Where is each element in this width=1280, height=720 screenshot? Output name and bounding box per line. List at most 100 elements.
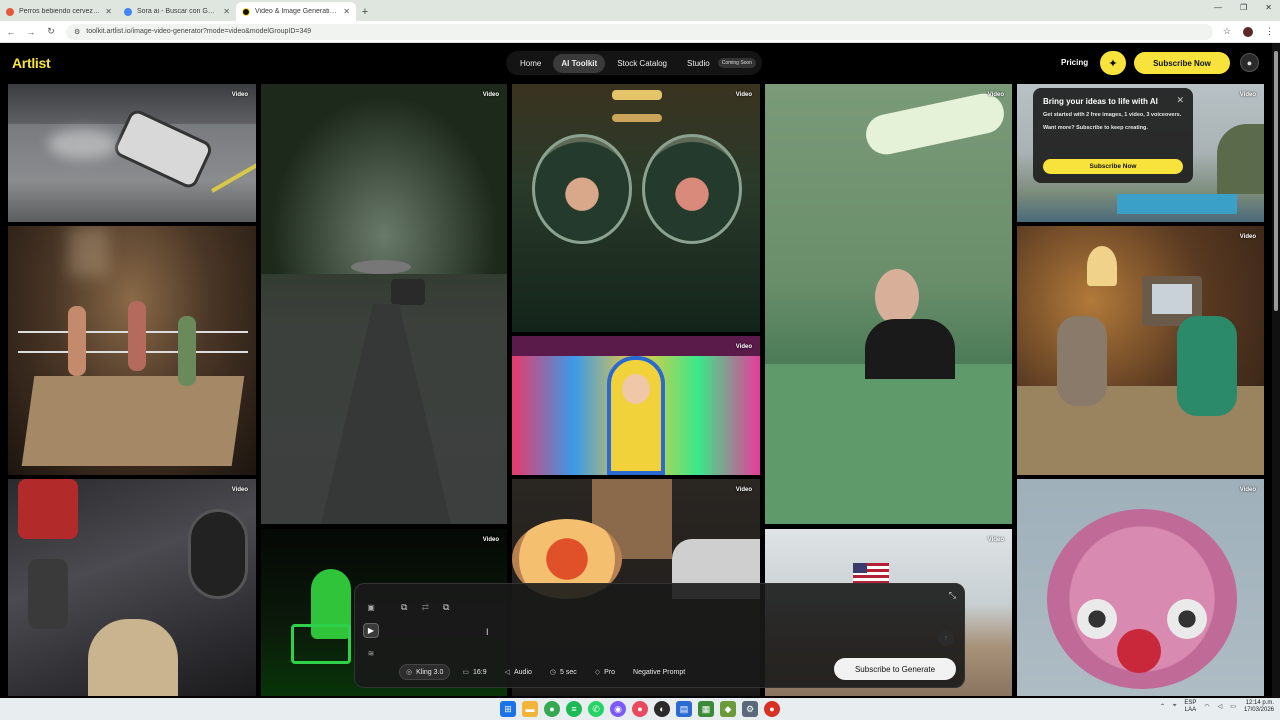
video-tag: Video — [987, 92, 1004, 98]
volume-icon[interactable]: ◁ — [1218, 703, 1223, 710]
scrollbar-thumb[interactable] — [1274, 51, 1278, 311]
negative-prompt-button[interactable]: Negative Prompt — [627, 664, 691, 680]
browser-tab-active[interactable]: Video & Image Generation - AI... ✕ — [236, 2, 356, 21]
image-mode-icon[interactable]: ▣ — [363, 600, 379, 615]
chrome-icon[interactable]: ● — [544, 701, 560, 717]
site-info-icon[interactable]: ⚙ — [74, 28, 80, 36]
clock[interactable]: 12:14 p.m. 17/03/2026 — [1244, 700, 1274, 714]
artlist-logo[interactable]: Artlist — [12, 55, 51, 71]
artlist-favicon-icon — [242, 7, 250, 16]
aspect-ratio-select[interactable]: ▭ 16:9 — [456, 664, 492, 680]
app-icon[interactable]: ◉ — [610, 701, 626, 717]
bookmark-star-icon[interactable]: ☆ — [1223, 26, 1231, 37]
audio-toggle[interactable]: ◁ Audio — [499, 664, 538, 680]
system-tray: ⌃ ⌖ ESP LAA ◠ ◁ ▭ 12:14 p.m. 17/03/2026 — [1160, 700, 1274, 714]
gallery-tile-crochet-flower[interactable]: Video — [1017, 479, 1264, 696]
gallery-tile-space-helmets[interactable]: Video — [512, 84, 760, 332]
close-icon[interactable]: ✕ — [223, 7, 230, 16]
chevron-up-icon[interactable]: ⌃ — [1160, 703, 1165, 710]
close-window-icon[interactable]: ✕ — [1265, 3, 1272, 12]
page-scrollbar[interactable] — [1272, 43, 1280, 698]
browser-menu-icon[interactable]: ⋮ — [1265, 26, 1274, 37]
url-text: toolkit.artlist.io/image-video-generator… — [86, 28, 312, 35]
chrome-profile-icon[interactable]: ● — [764, 701, 780, 717]
settings-icon[interactable]: ⚙ — [742, 701, 758, 717]
profile-avatar[interactable] — [1243, 26, 1253, 37]
collapse-icon[interactable]: ⤡ — [949, 590, 956, 601]
promo-title: Bring your ideas to life with AI — [1043, 97, 1158, 106]
browser-tab-bar: Perros bebiendo cerveza con c... ✕ Sora … — [0, 0, 1280, 21]
close-icon[interactable]: ✕ — [1176, 95, 1184, 106]
wifi-icon[interactable]: ◠ — [1204, 703, 1209, 710]
promo-text-subscribe: Want more? Subscribe to keep creating. — [1043, 125, 1148, 132]
nav-studio[interactable]: Studio — [679, 54, 718, 73]
gallery-tile-ufo-road[interactable]: Video — [261, 84, 507, 524]
swap-frames-icon[interactable]: ⇄ — [421, 602, 429, 613]
video-tag: Video — [231, 92, 248, 98]
url-input[interactable]: ⚙ toolkit.artlist.io/image-video-generat… — [66, 23, 1213, 40]
browser-tab[interactable]: Perros bebiendo cerveza con c... ✕ — [0, 2, 118, 21]
gallery-tile-camera-crowd[interactable]: Video — [8, 479, 256, 696]
tab-title: Perros bebiendo cerveza con c... — [19, 8, 100, 15]
input-language[interactable]: ESP LAA — [1184, 700, 1196, 713]
main-nav: Home AI Toolkit Stock Catalog Studio Com… — [506, 51, 762, 75]
audio-mode-icon[interactable]: ≋ — [363, 646, 379, 661]
nav-home[interactable]: Home — [512, 54, 549, 73]
app-icon[interactable]: ◐ — [654, 701, 670, 717]
send-icon[interactable]: ↑ — [938, 630, 954, 646]
nav-stock-catalog[interactable]: Stock Catalog — [609, 54, 675, 73]
language-code: ESP — [1184, 700, 1197, 707]
quality-select[interactable]: ◇ Pro — [589, 664, 621, 680]
gallery-tile-colorful-costume[interactable]: Video — [512, 336, 760, 475]
user-account-button[interactable]: ● — [1240, 53, 1259, 72]
whatsapp-icon[interactable]: ✆ — [588, 701, 604, 717]
end-frame-icon[interactable]: ⧉ — [443, 602, 449, 613]
aspect-ratio-icon: ▭ — [462, 669, 469, 676]
minimize-icon[interactable]: — — [1214, 3, 1222, 12]
gallery-tile-dino-masks[interactable]: Video — [1017, 226, 1264, 475]
reload-icon[interactable]: ↻ — [46, 26, 56, 37]
video-tag: Video — [735, 487, 752, 493]
pricing-link[interactable]: Pricing — [1061, 58, 1088, 67]
app-icon[interactable]: ◆ — [720, 701, 736, 717]
site-header: Artlist Home AI Toolkit Stock Catalog St… — [0, 43, 1272, 83]
video-tag: Video — [735, 92, 752, 98]
keyboard-layout: LAA — [1184, 706, 1197, 713]
clock-date: 17/03/2026 — [1243, 706, 1274, 713]
battery-icon[interactable]: ▭ — [1230, 703, 1236, 710]
file-explorer-icon[interactable]: ▬ — [522, 701, 538, 717]
video-mode-icon[interactable]: ▶ — [363, 623, 379, 638]
subscribe-now-button[interactable]: Subscribe Now — [1134, 52, 1230, 74]
promo-subscribe-button[interactable]: Subscribe Now — [1043, 159, 1183, 174]
back-icon[interactable]: ← — [6, 27, 16, 37]
location-icon[interactable]: ⌖ — [1173, 703, 1176, 710]
aspect-ratio-label: 16:9 — [472, 668, 487, 676]
model-select[interactable]: ◎ Kling 3.0 — [399, 664, 451, 680]
duration-label: 5 sec — [560, 668, 577, 676]
forward-icon[interactable]: → — [26, 27, 36, 37]
gallery-tile-race-car-crash[interactable]: Video — [8, 84, 256, 222]
browser-tab[interactable]: Sora ai - Buscar con Google ✕ — [118, 2, 236, 21]
nav-ai-toolkit[interactable]: AI Toolkit — [553, 53, 606, 73]
taskbar: ⊞ ▬ ● ≡ ✆ ◉ ● ◐ ▤ ▦ ◆ ⚙ ● ⌃ ⌖ ESP LAA ◠ … — [0, 698, 1280, 720]
new-tab-icon[interactable]: + — [356, 2, 374, 21]
promo-text-free: Get started with 2 free images, 1 video,… — [1043, 112, 1182, 118]
subscribe-to-generate-button[interactable]: Subscribe to Generate — [834, 658, 956, 680]
minecraft-icon[interactable]: ▦ — [698, 701, 714, 717]
ai-sparkle-button[interactable]: ✦ — [1100, 51, 1126, 75]
close-icon[interactable]: ✕ — [105, 7, 112, 16]
close-icon[interactable]: ✕ — [343, 7, 350, 16]
generation-panel: ▣ ▶ ≋ ⧉ ⇄ ⧉ ⤡ I ↑ ◎ Kling 3.0 ▭ 16:9 ◁ A… — [354, 583, 965, 688]
chrome-profile-icon[interactable]: ● — [632, 701, 648, 717]
gallery-tile-wrestling-ring[interactable] — [8, 226, 256, 475]
gallery-tile-bathtub-woman[interactable]: Video — [765, 84, 1012, 524]
app-icon[interactable]: ▤ — [676, 701, 692, 717]
spotify-icon[interactable]: ≡ — [566, 701, 582, 717]
frame-tools: ⧉ ⇄ ⧉ — [401, 602, 449, 613]
tab-title: Sora ai - Buscar con Google — [137, 8, 219, 15]
start-frame-icon[interactable]: ⧉ — [401, 602, 407, 613]
maximize-icon[interactable]: ❐ — [1240, 3, 1247, 12]
windows-start-icon[interactable]: ⊞ — [500, 701, 516, 717]
prompt-input[interactable] — [399, 620, 919, 656]
duration-select[interactable]: ◷ 5 sec — [544, 664, 583, 680]
